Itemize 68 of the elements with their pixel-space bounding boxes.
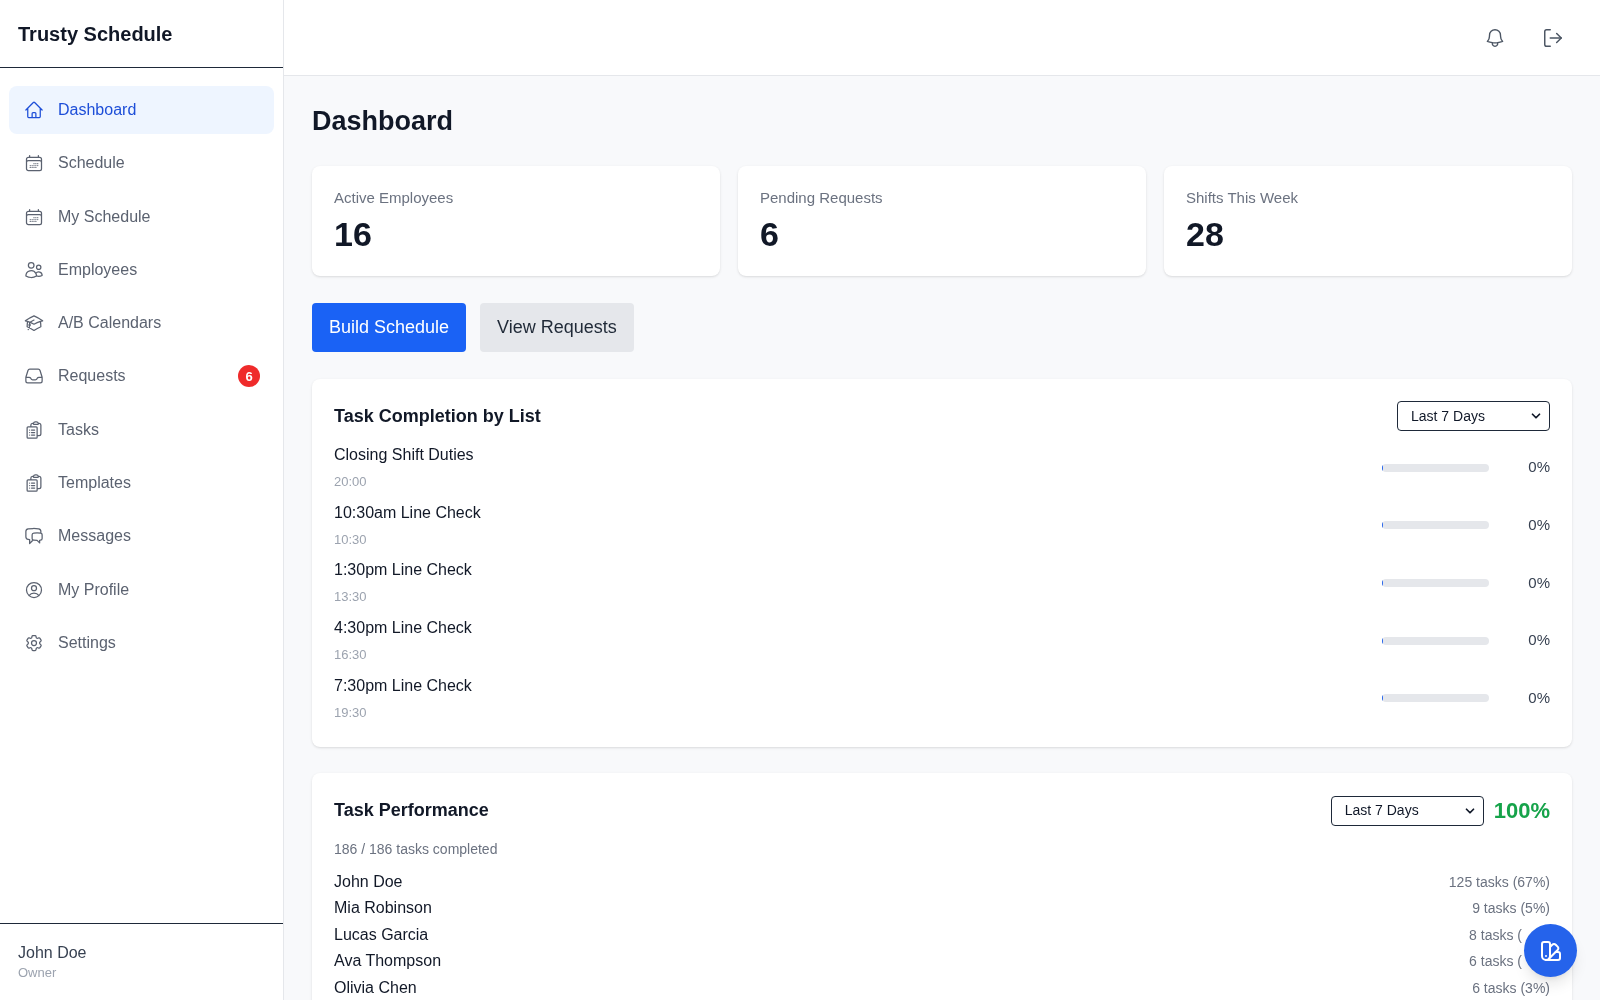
nav-item[interactable]: Settings xyxy=(9,618,274,667)
employee-name: John Doe xyxy=(334,871,403,892)
range-select[interactable]: Last 7 Days xyxy=(1397,401,1550,431)
logout-icon xyxy=(1542,26,1564,49)
nav-item[interactable]: Employees xyxy=(9,245,274,294)
task-list-name: 7:30pm Line Check xyxy=(334,675,473,696)
employee-task-count: 6 tasks ( xyxy=(1469,952,1522,972)
completion-percent: 0% xyxy=(1527,630,1550,651)
nav-item[interactable]: Schedule xyxy=(9,139,274,188)
build-schedule-button[interactable]: Build Schedule xyxy=(312,303,467,352)
nav-item[interactable]: Templates xyxy=(9,459,274,508)
task-list-time: 20:00 xyxy=(334,473,368,491)
settings-icon xyxy=(24,632,44,653)
app-title: Trusty Schedule xyxy=(18,21,173,47)
stat-value: 6 xyxy=(760,214,780,254)
task-list-name: 4:30pm Line Check xyxy=(334,618,473,639)
nav-item[interactable]: Requests 6 xyxy=(9,352,274,401)
chat-bubbles-icon xyxy=(24,526,44,547)
task-list-time: 10:30 xyxy=(334,530,368,549)
clipboard-icon xyxy=(24,419,44,440)
range-select[interactable]: Last 7 Days xyxy=(1330,795,1484,826)
employee-name: Lucas Garcia xyxy=(334,924,429,945)
calendar-icon xyxy=(24,153,44,174)
stat-value: 28 xyxy=(1186,214,1225,254)
clipboard-icon xyxy=(24,473,44,494)
employee-task-count: 125 tasks (67%) xyxy=(1448,872,1550,892)
task-list-name: 10:30am Line Check xyxy=(334,502,482,523)
task-list-time: 16:30 xyxy=(334,646,368,665)
tasks-summary: 186 / 186 tasks completed xyxy=(334,839,499,859)
stat-value: 16 xyxy=(334,214,373,254)
graduation-cap-icon xyxy=(24,313,44,334)
card-title: Task Performance xyxy=(334,799,489,823)
calendar-icon xyxy=(24,206,44,227)
completion-percent: 0% xyxy=(1527,514,1550,535)
employee-task-count: 9 tasks (5%) xyxy=(1472,899,1550,919)
page-title: Dashboard xyxy=(312,105,455,138)
stat-label: Pending Requests xyxy=(760,188,884,208)
stat-label: Active Employees xyxy=(334,188,455,208)
task-list-time: 13:30 xyxy=(334,588,368,607)
bell-icon xyxy=(1484,26,1506,49)
house-icon xyxy=(24,100,44,120)
employee-name: Mia Robinson xyxy=(334,898,432,919)
nav-item[interactable]: A/B Calendars xyxy=(9,299,274,348)
employee-name: Ava Thompson xyxy=(334,951,442,972)
swatches-icon xyxy=(1538,938,1563,963)
completion-percent: 0% xyxy=(1527,688,1550,708)
request-count-badge: 6 xyxy=(238,365,260,388)
stat-label: Shifts This Week xyxy=(1186,188,1299,208)
nav-item[interactable]: My Profile xyxy=(9,565,274,614)
user-name: John Doe xyxy=(18,943,88,963)
employee-name: Olivia Chen xyxy=(334,977,417,998)
card-title: Task Completion by List xyxy=(334,404,541,428)
completion-rate: 100% xyxy=(1493,797,1550,826)
completion-percent: 0% xyxy=(1527,572,1550,593)
employee-task-count: 8 tasks ( xyxy=(1469,925,1522,945)
nav-item[interactable]: Messages xyxy=(9,512,274,561)
task-list-time: 19:30 xyxy=(334,703,368,722)
nav-item[interactable]: My Schedule xyxy=(9,192,274,241)
task-list-name: Closing Shift Duties xyxy=(334,445,475,465)
view-requests-button[interactable]: View Requests xyxy=(480,303,634,352)
employee-task-count: 6 tasks (3%) xyxy=(1472,978,1550,998)
inbox-icon xyxy=(24,366,44,387)
completion-percent: 0% xyxy=(1527,457,1550,478)
task-list-name: 1:30pm Line Check xyxy=(334,560,473,581)
people-icon xyxy=(24,259,44,280)
nav-item[interactable]: Tasks xyxy=(9,405,274,454)
user-role: Owner xyxy=(18,964,58,982)
nav-item[interactable]: Dashboard xyxy=(9,86,274,134)
